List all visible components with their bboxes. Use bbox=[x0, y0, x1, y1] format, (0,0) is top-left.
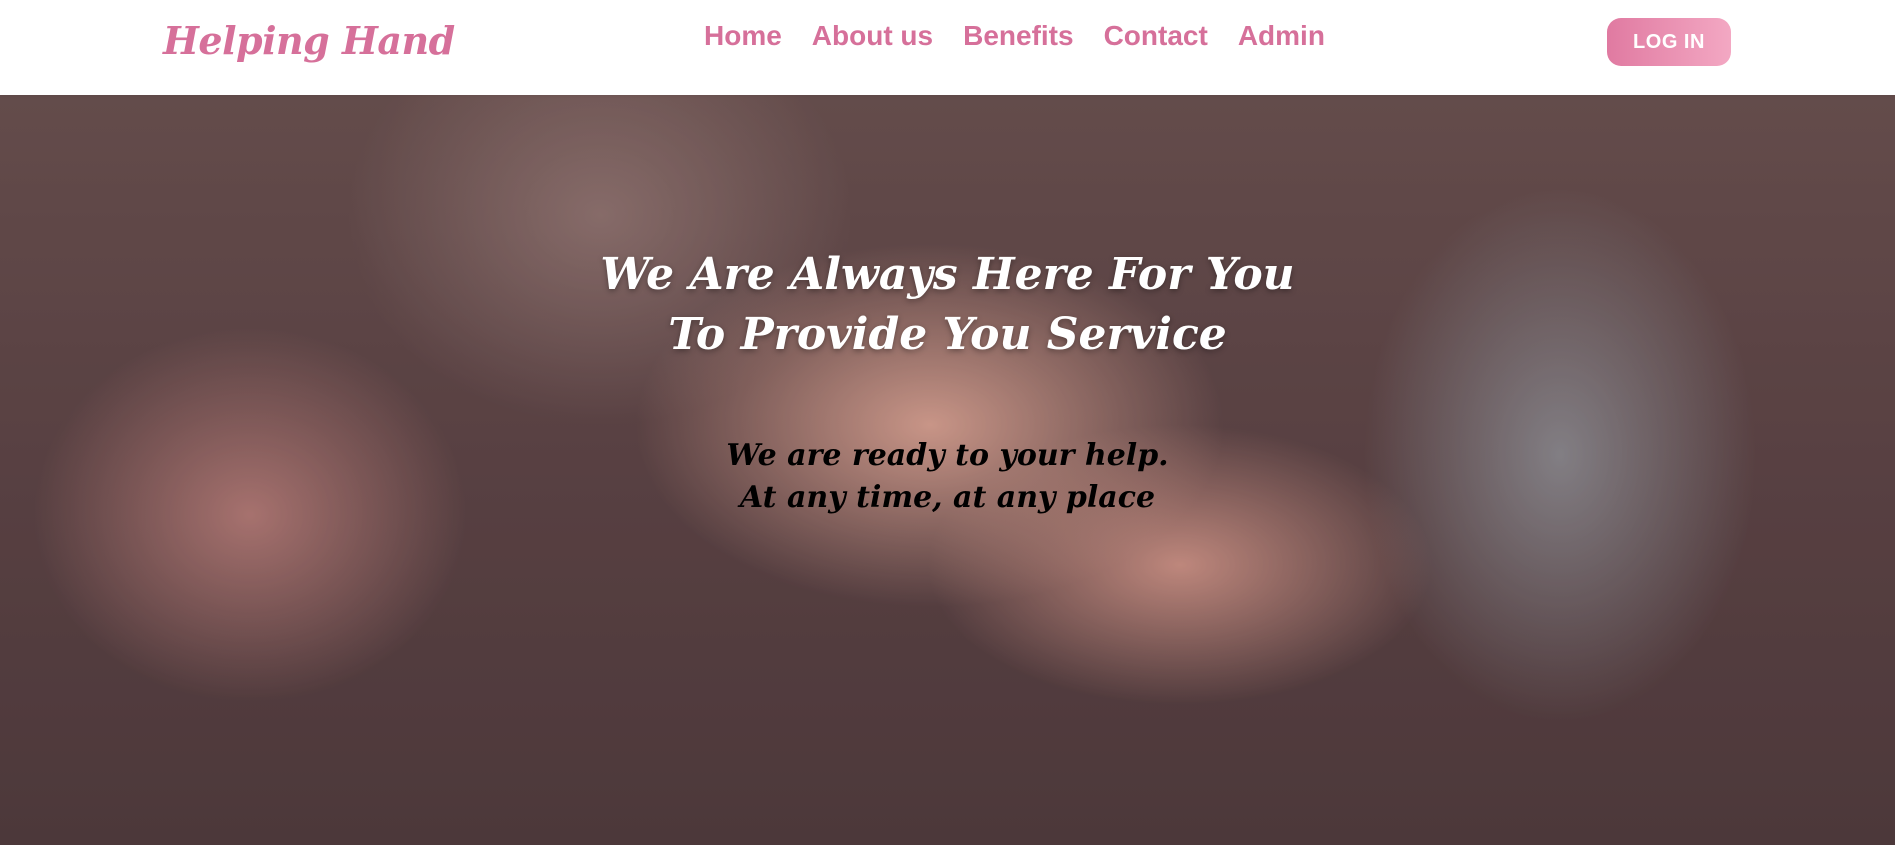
hero-banner: We Are Always Here For You To Provide Yo… bbox=[0, 95, 1895, 845]
hero-subtitle: We are ready to your help. At any time, … bbox=[0, 435, 1895, 519]
hero-title-line-1: We Are Always Here For You bbox=[600, 249, 1295, 300]
hero-title: We Are Always Here For You To Provide Yo… bbox=[0, 245, 1895, 365]
nav-admin-link[interactable]: Admin bbox=[1238, 20, 1325, 52]
nav-about-link[interactable]: About us bbox=[812, 20, 933, 52]
brand-logo[interactable]: Helping Hand bbox=[163, 18, 455, 63]
hero-subtitle-line-1: We are ready to your help. bbox=[726, 438, 1169, 473]
hero-title-line-2: To Provide You Service bbox=[668, 309, 1227, 360]
main-nav: Home About us Benefits Contact Admin bbox=[704, 20, 1325, 52]
top-navbar: Helping Hand Home About us Benefits Cont… bbox=[0, 0, 1895, 95]
login-button[interactable]: LOG IN bbox=[1607, 18, 1731, 66]
hero-subtitle-line-2: At any time, at any place bbox=[739, 480, 1156, 515]
nav-home-link[interactable]: Home bbox=[704, 20, 782, 52]
nav-benefits-link[interactable]: Benefits bbox=[963, 20, 1073, 52]
nav-contact-link[interactable]: Contact bbox=[1104, 20, 1208, 52]
